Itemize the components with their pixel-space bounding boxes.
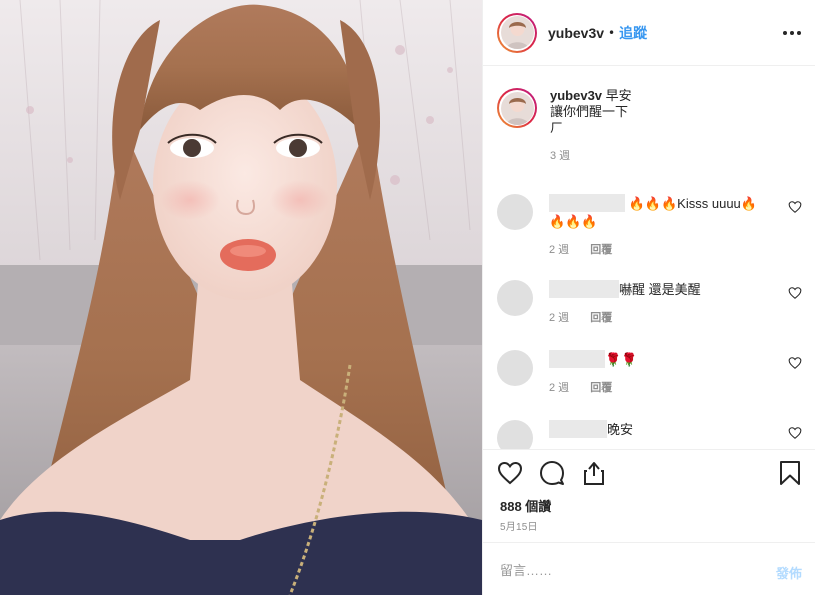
caption-line-2: 讓你們醒一下	[550, 104, 629, 119]
comment-avatar[interactable]	[497, 280, 533, 316]
comment-item: 🔥🔥🔥Kisss uuuu🔥 🔥🔥🔥 2 週 回覆	[497, 194, 802, 259]
separator-dot: •	[608, 25, 616, 40]
post-photo[interactable]	[0, 0, 482, 595]
more-options-icon[interactable]	[782, 23, 802, 43]
comment-text: 嚇醒 還是美醒	[619, 282, 701, 297]
comment-avatar[interactable]	[497, 194, 533, 230]
redacted-username[interactable]	[549, 350, 605, 368]
caption-username[interactable]: yubev3v	[550, 88, 602, 103]
comment-text: 晚安	[607, 422, 634, 437]
comment-input[interactable]	[500, 559, 750, 581]
comment-age: 2 週	[549, 312, 570, 324]
comment-like-heart-icon[interactable]	[788, 200, 802, 214]
redacted-username[interactable]	[549, 194, 625, 212]
reply-button[interactable]: 回覆	[590, 382, 612, 394]
comment-like-heart-icon[interactable]	[788, 426, 802, 440]
comments-list[interactable]: yubev3v 早安 讓你們醒一下 ㄏ 3 週 🔥🔥🔥Kisss uuuu🔥 🔥…	[483, 67, 815, 449]
caption-avatar[interactable]	[497, 88, 537, 128]
reply-button[interactable]: 回覆	[590, 312, 612, 324]
view-count[interactable]: 888 個讚	[500, 496, 551, 515]
caption-line-3: ㄏ	[550, 120, 564, 135]
post-button[interactable]: 發佈	[776, 563, 802, 582]
avatar-photo	[500, 91, 534, 125]
comment-item: 晚安	[497, 420, 802, 449]
avatar-photo	[500, 16, 534, 49]
comment-item: 嚇醒 還是美醒 2 週 回覆	[497, 280, 802, 327]
avatar[interactable]	[497, 12, 537, 53]
follow-button[interactable]: 追蹤	[619, 23, 647, 43]
comment-text: 🔥🔥🔥Kisss uuuu🔥	[628, 196, 757, 211]
post-side-panel: yubev3v • 追蹤 yubev3v 早安 讓你們醒一下 ㄏ 3 週 🔥🔥🔥…	[482, 0, 815, 595]
post-actions: 888 個讚 5月15日	[483, 449, 815, 541]
post-caption: yubev3v 早安 讓你們醒一下 ㄏ 3 週	[497, 88, 797, 164]
post-header: yubev3v • 追蹤	[483, 0, 815, 66]
redacted-username[interactable]	[549, 420, 607, 438]
comment-text: 🌹🌹	[605, 352, 638, 367]
post-date[interactable]: 5月15日	[500, 518, 538, 533]
bookmark-icon[interactable]	[777, 460, 803, 486]
selfie-image	[0, 0, 482, 595]
comment-age: 2 週	[549, 244, 570, 256]
caption-age: 3 週	[550, 150, 571, 162]
caption-line-1: 早安	[605, 88, 632, 103]
comment-like-heart-icon[interactable]	[788, 356, 802, 370]
comment-like-heart-icon[interactable]	[788, 286, 802, 300]
header-username[interactable]: yubev3v	[548, 25, 604, 41]
comment-avatar[interactable]	[497, 420, 533, 449]
comment-age: 2 週	[549, 382, 570, 394]
heart-icon[interactable]	[497, 460, 523, 486]
comment-bubble-icon[interactable]	[539, 460, 565, 486]
share-icon[interactable]	[581, 460, 607, 486]
redacted-username[interactable]	[549, 280, 619, 298]
comment-avatar[interactable]	[497, 350, 533, 386]
comment-item: 🌹🌹 2 週 回覆	[497, 350, 802, 397]
add-comment-bar: 發佈	[483, 542, 815, 595]
comment-text-continued: 🔥🔥🔥	[549, 214, 598, 229]
reply-button[interactable]: 回覆	[590, 244, 612, 256]
